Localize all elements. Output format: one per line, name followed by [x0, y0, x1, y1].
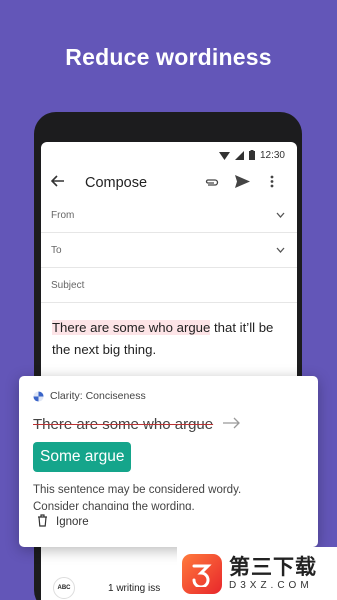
battery-icon	[248, 150, 255, 160]
highlighted-phrase[interactable]: There are some who argue	[52, 320, 211, 335]
from-field[interactable]: From	[41, 198, 297, 233]
abc-icon[interactable]: ABC	[53, 577, 75, 599]
issues-count[interactable]: 1 writing iss	[108, 583, 160, 594]
email-body[interactable]: There are some who argue that it’ll be t…	[41, 303, 297, 361]
chevron-down-icon[interactable]	[276, 210, 285, 221]
trash-icon	[37, 514, 48, 530]
watermark: 第三下载 D3XZ.COM	[177, 547, 337, 600]
back-arrow-icon[interactable]	[50, 174, 73, 192]
send-icon[interactable]	[227, 175, 257, 191]
to-label: To	[51, 244, 62, 256]
signal-icon	[234, 150, 244, 160]
status-bar: 12:30	[41, 142, 297, 168]
status-time: 12:30	[259, 149, 285, 161]
subject-label: Subject	[51, 279, 85, 291]
card-description: This sentence may be considered wordy. C…	[19, 472, 318, 510]
page-title: Compose	[85, 175, 148, 191]
desc-line1: This sentence may be considered wordy.	[33, 484, 242, 496]
clarity-icon	[33, 390, 44, 402]
suggestion-button[interactable]: Some argue	[33, 442, 132, 472]
body-text-line2: the next big thing.	[52, 342, 157, 357]
original-text: There are some who argue	[33, 415, 214, 433]
attach-icon[interactable]	[197, 175, 227, 191]
original-row: There are some who argue	[19, 402, 318, 434]
subject-field[interactable]: Subject	[41, 268, 297, 303]
watermark-text: 第三下载 D3XZ.COM	[229, 556, 317, 592]
watermark-en: D3XZ.COM	[229, 579, 313, 591]
card-header: Clarity: Conciseness	[19, 376, 318, 402]
chevron-down-icon[interactable]	[276, 245, 285, 256]
headline: Reduce wordiness	[65, 44, 272, 70]
from-label: From	[51, 209, 75, 221]
watermark-logo-icon	[182, 553, 222, 594]
ignore-button[interactable]: Ignore	[19, 510, 318, 530]
to-field[interactable]: To	[41, 233, 297, 268]
ignore-label: Ignore	[56, 516, 89, 528]
arrow-right-icon	[223, 414, 241, 434]
suggestion-card: Clarity: Conciseness There are some who …	[19, 376, 318, 547]
desc-line2: Consider changing the wording.	[33, 501, 195, 510]
body-text-line1: that it’ll be	[210, 320, 274, 335]
card-category: Clarity: Conciseness	[50, 390, 146, 402]
more-icon[interactable]	[257, 175, 287, 191]
app-bar: Compose	[41, 168, 297, 198]
watermark-cn: 第三下载	[229, 555, 317, 579]
wifi-icon	[218, 151, 230, 160]
